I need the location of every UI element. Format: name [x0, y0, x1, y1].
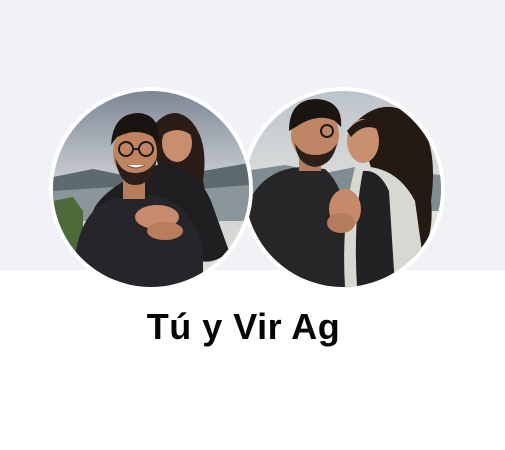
couple-photo-hug-icon — [53, 91, 249, 287]
couple-photo-embrace-icon — [245, 91, 441, 287]
profile-name-title: Tú y Vir Ag — [146, 306, 341, 347]
profile-photo-right[interactable] — [241, 87, 445, 291]
profile-photo-left[interactable] — [49, 87, 253, 291]
